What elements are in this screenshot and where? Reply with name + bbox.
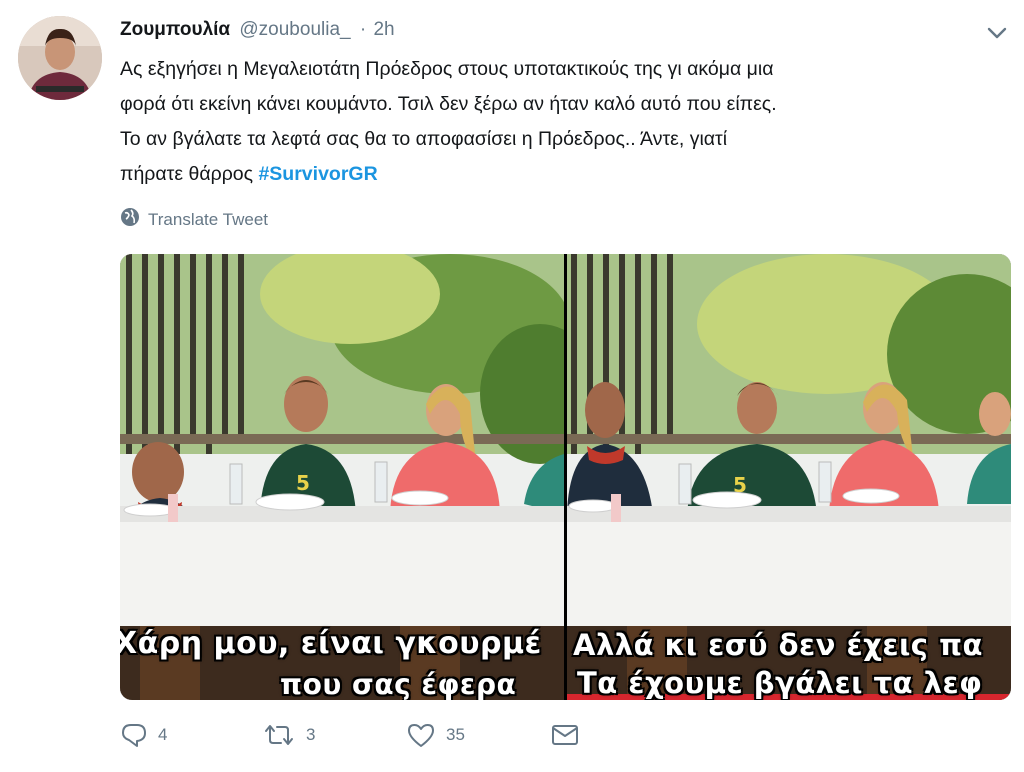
hashtag-link[interactable]: #SurvivorGR (258, 163, 377, 185)
avatar[interactable] (18, 16, 102, 100)
tweet-actions: 4 3 35 (120, 722, 580, 748)
like-button[interactable]: 35 (406, 722, 550, 748)
chevron-down-icon[interactable] (984, 20, 1010, 46)
retweet-icon (262, 723, 296, 747)
display-name[interactable]: Ζουμπουλία (120, 19, 230, 40)
subtitle-left-line2: που σας έφερα (280, 668, 517, 700)
globe-icon (120, 207, 140, 232)
separator: · (359, 19, 367, 40)
like-count: 35 (446, 725, 465, 744)
tweet-text: Ας εξηγήσει η Μεγαλειοτάτη Πρόεδρος στου… (120, 52, 1000, 192)
tweet-media[interactable]: 5 Χάρη μου, είναι γκουρμέ που σας έφερα (120, 254, 1011, 700)
reply-button[interactable]: 4 (120, 722, 262, 748)
tweet-body: Ας εξηγήσει η Μεγαλειοτάτη Πρόεδρος στου… (120, 58, 777, 185)
jersey-number: 5 (296, 471, 310, 495)
timestamp[interactable]: 2h (373, 19, 394, 40)
subtitle-left-line1: Χάρη μου, είναι γκουρμέ (120, 626, 542, 661)
handle[interactable]: @zouboulia_ (239, 19, 350, 40)
direct-message-button[interactable] (550, 723, 580, 747)
tweet-header: Ζουμπουλία @zouboulia_ · 2h (120, 18, 395, 42)
retweet-button[interactable]: 3 (262, 723, 406, 747)
translate-label: Translate Tweet (148, 209, 269, 229)
media-image-left[interactable]: 5 Χάρη μου, είναι γκουρμέ που σας έφερα (120, 254, 564, 700)
message-icon (550, 723, 580, 747)
translate-tweet-button[interactable]: Translate Tweet (120, 207, 268, 232)
retweet-count: 3 (306, 725, 316, 744)
avatar-image (18, 16, 102, 100)
reply-count: 4 (158, 725, 168, 744)
heart-icon (406, 722, 436, 748)
media-image-right[interactable]: 5 Αλλά κι εσύ δεν έχεις πα Τα έχουμε βγά… (567, 254, 1011, 700)
subtitle-right-line1: Αλλά κι εσύ δεν έχεις πα (573, 628, 983, 662)
subtitle-right-line2: Τα έχουμε βγάλει τα λεφ (577, 666, 983, 700)
reply-icon (120, 722, 148, 748)
